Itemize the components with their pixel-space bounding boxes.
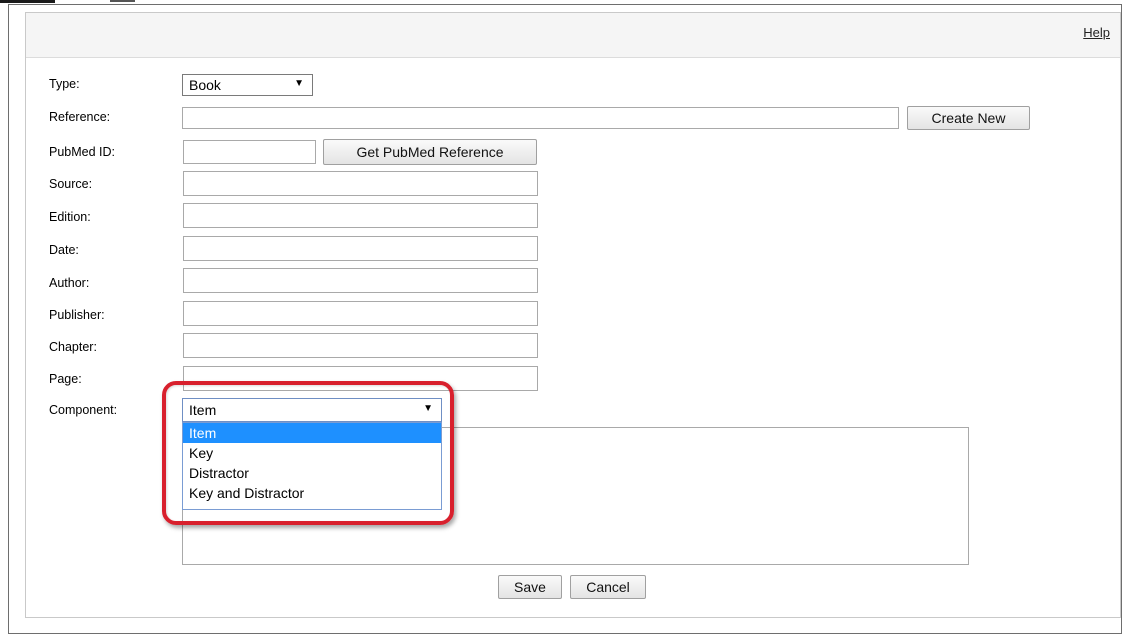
reference-label: Reference:	[49, 110, 111, 124]
save-button[interactable]: Save	[498, 575, 562, 599]
reference-input[interactable]	[182, 107, 899, 129]
chevron-down-icon: ▼	[294, 78, 304, 89]
publisher-label: Publisher:	[49, 308, 105, 322]
edition-input[interactable]	[183, 203, 538, 228]
component-option-item[interactable]: Item	[183, 423, 441, 443]
component-label: Component:	[49, 403, 118, 417]
publisher-input[interactable]	[183, 301, 538, 326]
component-option-key-and-distractor[interactable]: Key and Distractor	[183, 483, 441, 503]
component-select[interactable]: Item ▼	[182, 398, 442, 422]
chapter-input[interactable]	[183, 333, 538, 358]
top-edge-mark-2	[110, 0, 135, 2]
component-option-key[interactable]: Key	[183, 443, 441, 463]
component-select-value: Item	[189, 402, 217, 418]
date-label: Date:	[49, 243, 79, 257]
frame-top-rule	[8, 4, 1122, 5]
page-input[interactable]	[183, 366, 538, 391]
chevron-down-icon: ▼	[423, 403, 433, 414]
type-select[interactable]: Book ▼	[182, 74, 313, 96]
pubmed-label: PubMed ID:	[49, 145, 116, 159]
pubmed-id-input[interactable]	[183, 140, 316, 164]
chapter-label: Chapter:	[49, 340, 97, 354]
component-dropdown-list: Item Key Distractor Key and Distractor	[182, 422, 442, 510]
top-edge-mark	[0, 0, 55, 3]
type-select-value: Book	[189, 77, 221, 93]
cancel-button[interactable]: Cancel	[570, 575, 646, 599]
date-input[interactable]	[183, 236, 538, 261]
form-header-bar	[26, 13, 1120, 58]
author-input[interactable]	[183, 268, 538, 293]
type-label: Type:	[49, 77, 80, 91]
create-new-button[interactable]: Create New	[907, 106, 1030, 130]
component-option-distractor[interactable]: Distractor	[183, 463, 441, 483]
source-input[interactable]	[183, 171, 538, 196]
source-label: Source:	[49, 177, 93, 191]
get-pubmed-reference-button[interactable]: Get PubMed Reference	[323, 139, 537, 165]
edition-label: Edition:	[49, 210, 91, 224]
help-link[interactable]: Help	[1083, 25, 1110, 40]
author-label: Author:	[49, 276, 90, 290]
page-label: Page:	[49, 372, 82, 386]
